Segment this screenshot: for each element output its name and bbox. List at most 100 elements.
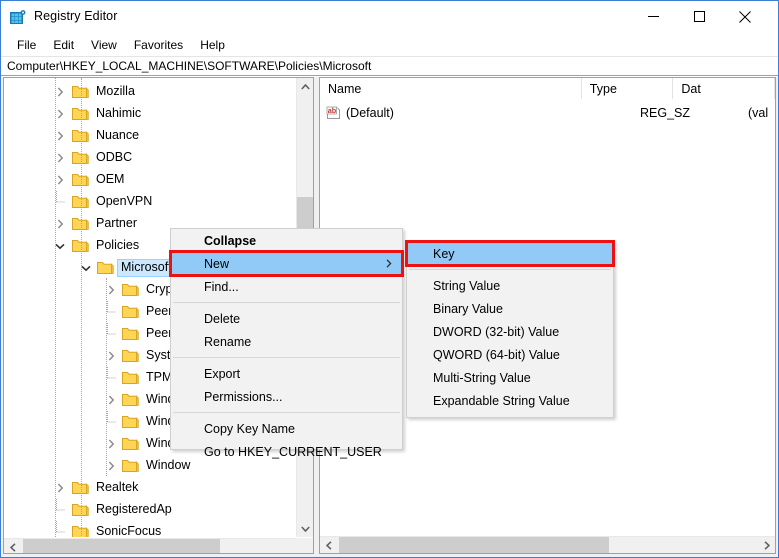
submenu-separator	[409, 269, 611, 270]
tree-guide-line	[106, 278, 107, 476]
menu-file[interactable]: File	[9, 36, 44, 55]
close-button[interactable]	[722, 1, 768, 32]
context-menu-item-label: Go to HKEY_CURRENT_USER	[204, 444, 382, 459]
tree-item-mozilla[interactable]: Mozilla	[4, 81, 298, 103]
tree-scroll-down-button[interactable]	[297, 520, 313, 537]
registry-path: Computer\HKEY_LOCAL_MACHINE\SOFTWARE\Pol…	[7, 59, 372, 73]
submenu-item-qword-64-bit-value[interactable]: QWORD (64-bit) Value	[407, 343, 613, 366]
tree-item-registeredap[interactable]: RegisteredAp	[4, 499, 298, 521]
context-menu-item-new[interactable]: New	[169, 250, 404, 277]
tree-item-label: Mozilla	[96, 84, 135, 98]
column-header-data[interactable]: Dat	[673, 78, 775, 99]
tree-item-nuance[interactable]: Nuance	[4, 125, 298, 147]
submenu-item-label: Key	[433, 246, 455, 261]
value-name-text: (Default)	[346, 105, 394, 120]
context-menu-item-label: Find...	[204, 279, 239, 294]
context-menu-item-find[interactable]: Find...	[171, 275, 402, 298]
list-scroll-left-button[interactable]	[320, 537, 337, 553]
folder-icon	[122, 371, 139, 385]
column-header-name[interactable]: Name	[320, 78, 582, 99]
submenu-item-label: Binary Value	[433, 301, 503, 316]
tree-item-label: Microsoft	[117, 259, 176, 277]
submenu-item-label: Expandable String Value	[433, 393, 570, 408]
registry-editor-window: Registry Editor File Edit View Favorites…	[0, 0, 779, 558]
tree-item-label: RegisteredAp	[96, 502, 172, 516]
submenu-item-binary-value[interactable]: Binary Value	[407, 297, 613, 320]
tree-item-nahimic[interactable]: Nahimic	[4, 103, 298, 125]
context-menu-item-go-to-hkey-current-user[interactable]: Go to HKEY_CURRENT_USER	[171, 440, 402, 463]
submenu-item-dword-32-bit-value[interactable]: DWORD (32-bit) Value	[407, 320, 613, 343]
context-menu-item-collapse[interactable]: Collapse	[171, 229, 402, 252]
context-menu-item-copy-key-name[interactable]: Copy Key Name	[171, 417, 402, 440]
list-horizontal-scrollbar[interactable]	[320, 536, 775, 553]
folder-icon	[122, 437, 139, 451]
folder-icon	[122, 305, 139, 319]
folder-icon	[97, 261, 114, 275]
menu-bar: File Edit View Favorites Help	[1, 35, 778, 56]
submenu-item-label: DWORD (32-bit) Value	[433, 324, 560, 339]
maximize-button[interactable]	[676, 1, 722, 32]
tree-item-label: Realtek	[96, 480, 139, 494]
folder-icon	[122, 283, 139, 297]
tree-horizontal-scrollbar[interactable]	[4, 538, 313, 553]
submenu-item-string-value[interactable]: String Value	[407, 274, 613, 297]
tree-item-realtek[interactable]: Realtek	[4, 477, 298, 499]
registry-editor-icon	[9, 10, 26, 27]
tree-item-label: Nahimic	[96, 106, 142, 120]
tree-item-oem[interactable]: OEM	[4, 169, 298, 191]
tree-item-label: OEM	[96, 172, 125, 186]
context-menu-item-export[interactable]: Export	[171, 362, 402, 385]
new-submenu: Key String Value Binary Value DWORD (32-bit…	[405, 240, 615, 418]
menu-edit[interactable]: Edit	[45, 36, 82, 55]
minimize-button[interactable]	[630, 1, 676, 32]
folder-icon	[122, 349, 139, 363]
column-header-type[interactable]: Type	[581, 78, 674, 99]
tree-hscroll-thumb[interactable]	[23, 539, 220, 553]
window-title: Registry Editor	[34, 9, 118, 23]
tree-item-label: Policies	[96, 238, 140, 252]
tree-item-sonicfocus[interactable]: SonicFocus	[4, 521, 298, 537]
tree-item-label: ODBC	[96, 150, 133, 164]
value-type-cell: REG_SZ	[640, 105, 691, 120]
tree-context-menu: Collapse New Find... Delete Rename Export Perm…	[169, 228, 404, 459]
submenu-chevron-right-icon	[386, 252, 392, 275]
submenu-item-expandable-string-value[interactable]: Expandable String Value	[407, 389, 613, 412]
context-menu-item-label: New	[204, 256, 230, 271]
value-name-cell: ab (Default)	[326, 106, 394, 120]
context-menu-item-label: Copy Key Name	[204, 421, 296, 436]
folder-icon	[122, 415, 139, 429]
menu-help[interactable]: Help	[192, 36, 233, 55]
context-menu-item-rename[interactable]: Rename	[171, 330, 402, 353]
tree-guide-line	[81, 78, 82, 537]
tree-scroll-left-button[interactable]	[4, 539, 21, 553]
tree-scroll-up-button[interactable]	[297, 78, 313, 95]
folder-icon	[122, 393, 139, 407]
tree-item-label: OpenVPN	[96, 194, 153, 208]
submenu-item-label: QWORD (64-bit) Value	[433, 347, 560, 362]
context-menu-item-label: Delete	[204, 311, 241, 326]
string-value-icon: ab	[326, 106, 341, 120]
context-menu-item-delete[interactable]: Delete	[171, 307, 402, 330]
list-hscroll-thumb[interactable]	[339, 537, 609, 553]
svg-text:ab: ab	[328, 106, 337, 115]
submenu-item-key[interactable]: Key	[405, 240, 615, 267]
context-menu-separator	[173, 412, 400, 413]
table-row[interactable]: ab (Default) REG_SZ (val	[320, 102, 775, 123]
context-menu-item-label: Export	[204, 366, 241, 381]
list-scroll-right-button[interactable]	[758, 537, 775, 553]
address-bar[interactable]: Computer\HKEY_LOCAL_MACHINE\SOFTWARE\Pol…	[1, 56, 778, 76]
context-menu-separator	[173, 357, 400, 358]
menu-view[interactable]: View	[83, 36, 125, 55]
folder-icon	[122, 459, 139, 473]
context-menu-item-permissions[interactable]: Permissions...	[171, 385, 402, 408]
menu-favorites[interactable]: Favorites	[126, 36, 191, 55]
tree-guide-line	[55, 78, 56, 537]
submenu-item-multi-string-value[interactable]: Multi-String Value	[407, 366, 613, 389]
tree-item-label: Nuance	[96, 128, 140, 142]
value-data-cell: (val	[748, 105, 769, 120]
folder-icon	[122, 327, 139, 341]
tree-item-odbc[interactable]: ODBC	[4, 147, 298, 169]
tree-item-openvpn[interactable]: OpenVPN	[4, 191, 298, 213]
context-menu-item-label: Collapse	[204, 233, 257, 248]
context-menu-separator	[173, 302, 400, 303]
